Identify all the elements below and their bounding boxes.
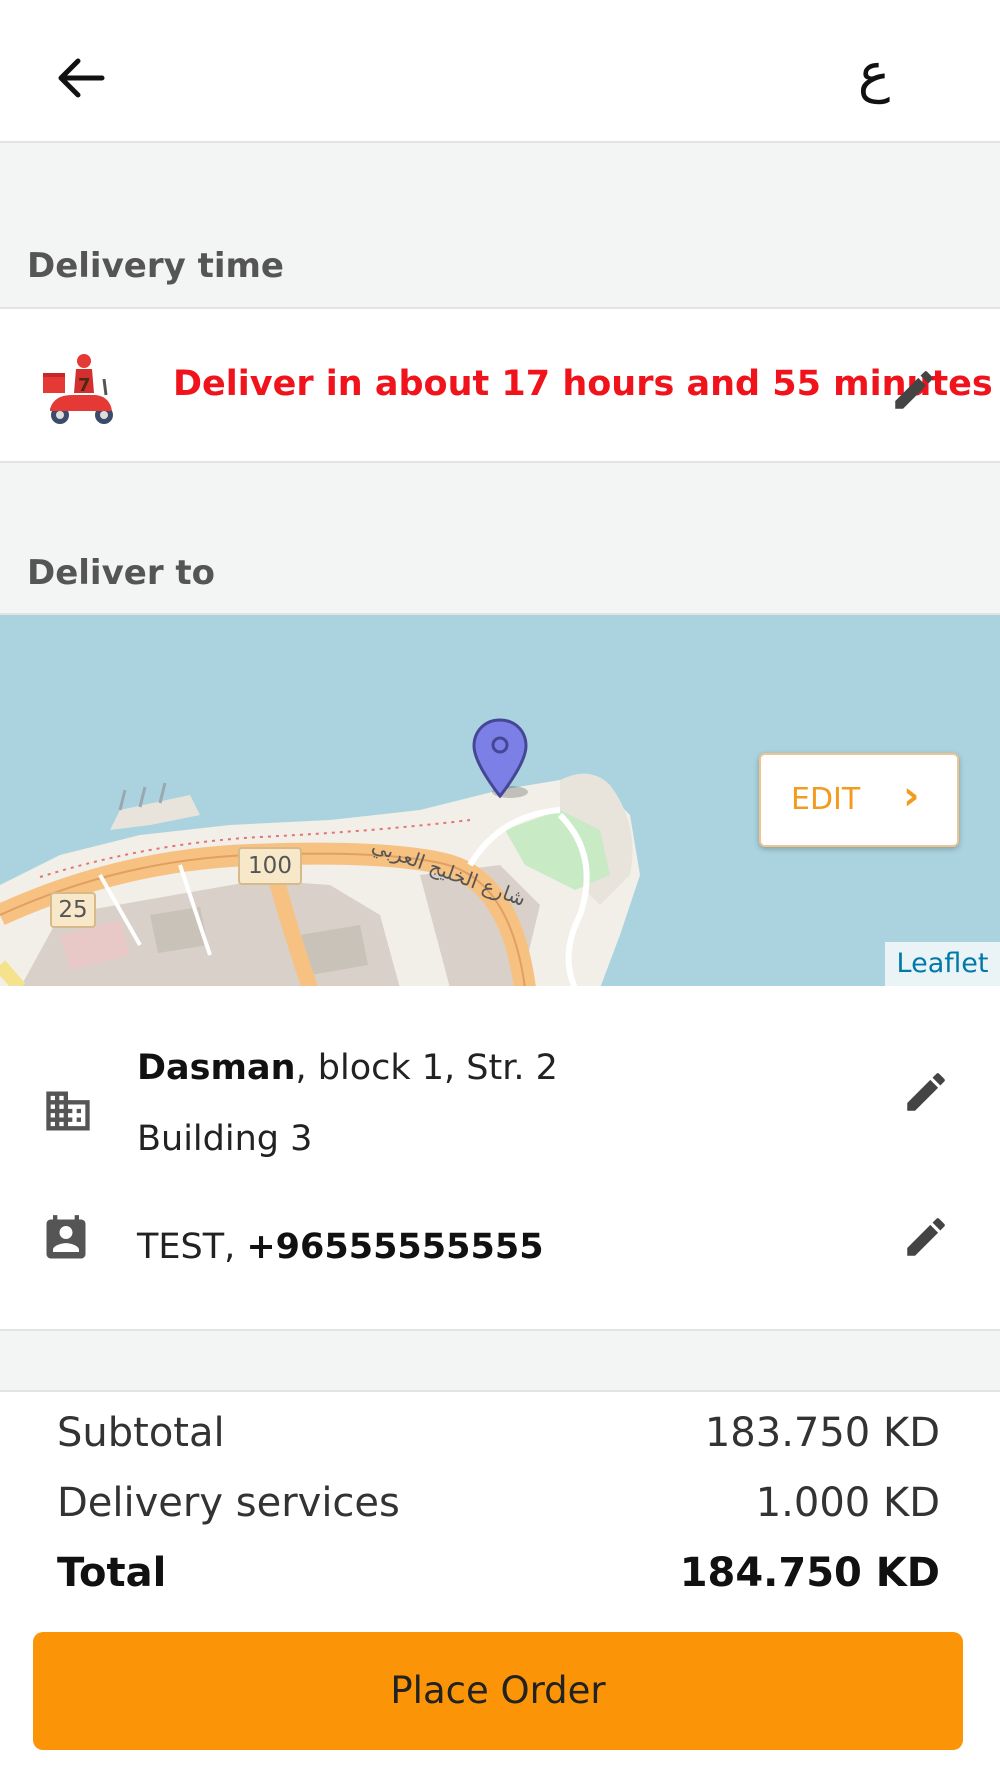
pencil-icon[interactable] [901,1067,951,1117]
address-block: Dasman, block 1, Str. 2 Building 3 TEST,… [0,986,1000,1331]
subtotal-label: Subtotal [57,1410,225,1456]
deliver-to-title: Deliver to [27,553,216,593]
delivery-time-row[interactable]: 7 Deliver in about 17 hours and 55 minut… [0,307,1000,463]
leaflet-attribution-link[interactable]: Leaflet [885,942,1000,986]
delivery-fee-label: Delivery services [57,1480,400,1526]
contact-name: TEST, [137,1227,247,1267]
contact-card-icon [46,1215,86,1259]
address-street: , block 1, Str. 2 [295,1048,558,1088]
delivery-time-title: Delivery time [27,246,284,286]
delivery-scooter-icon: 7 [43,354,113,424]
address-line-1: Dasman, block 1, Str. 2 [137,1048,558,1088]
contact-phone: +96555555555 [246,1227,544,1267]
building-icon [46,1091,90,1131]
pencil-icon[interactable] [889,365,939,415]
total-label: Total [57,1550,167,1596]
delivery-map[interactable]: 100 25 شارع الخليج العربي EDIT › Leaflet [0,613,1000,986]
address-area: Dasman [137,1048,296,1088]
top-bar: ع [0,0,1000,143]
deliver-to-header: Deliver to [0,463,1000,613]
totals-separator [0,1331,1000,1390]
back-button[interactable] [50,48,110,108]
map-edit-button[interactable]: EDIT › [759,753,959,847]
delivery-time-header: Delivery time [0,143,1000,307]
delivery-fee-value: 1.000 KD [755,1480,940,1526]
arrow-left-icon [58,58,105,98]
map-pin-icon [472,718,528,799]
place-order-button[interactable]: Place Order [33,1632,963,1750]
road-shield-100: 100 [238,847,302,885]
road-shield-25: 25 [50,892,96,928]
address-line-2: Building 3 [137,1119,313,1159]
pencil-icon[interactable] [901,1212,951,1262]
svg-text:7: 7 [78,375,91,396]
map-edit-label: EDIT [791,782,861,817]
total-value: 184.750 KD [679,1550,940,1596]
chevron-right-icon: › [903,773,920,819]
delivery-time-text: Deliver in about 17 hours and 55 minutes [173,364,993,404]
contact-line: TEST, +96555555555 [137,1227,544,1267]
subtotal-value: 183.750 KD [704,1410,940,1456]
language-toggle-button[interactable]: ع [844,38,904,108]
